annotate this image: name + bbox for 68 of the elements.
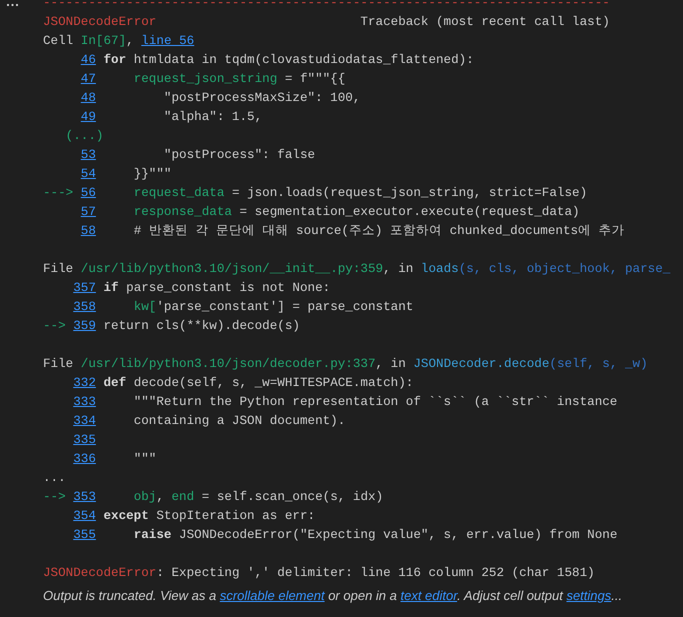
current-line-arrow: ---> [43, 186, 74, 200]
line-number-link[interactable]: 332 [73, 374, 96, 393]
code-line: """Return the Python representation of ``s`` (a ``str`` instance [134, 394, 618, 411]
traceback-text: , [126, 33, 135, 50]
traceback-text: loads [420, 261, 459, 278]
code-line: request_json_string = f"""{{ [134, 71, 346, 88]
line-number-link[interactable]: 56 [80, 184, 96, 203]
notice-link[interactable]: settings [566, 588, 612, 603]
line-number-link[interactable]: 54 [80, 165, 96, 184]
code-line: "postProcess": false [162, 147, 316, 164]
notice-link[interactable]: scrollable element [220, 588, 325, 603]
code-line: return cls(**kw).decode(s) [103, 318, 300, 335]
traceback-text: File [43, 261, 74, 278]
line-number-link[interactable]: 47 [80, 70, 96, 89]
line-number-link[interactable]: 57 [80, 203, 96, 222]
code-line: obj, end = self.scan_once(s, idx) [134, 489, 384, 506]
code-line: raise JSONDecodeError("Expecting value", s, err.value) from None [134, 527, 618, 544]
traceback-text: File [43, 356, 74, 373]
code-line: request_data = json.loads(request_json_string, strict=False) [134, 185, 588, 202]
code-line: }}""" [134, 166, 172, 183]
current-line-arrow: --> [43, 490, 66, 504]
line-number-link[interactable]: 49 [80, 108, 96, 127]
traceback-text: Cell [43, 33, 74, 50]
traceback-text: /usr/lib/python3.10/json/__init__.py:359 [80, 261, 384, 278]
code-line: "postProcessMaxSize": 100, [162, 90, 360, 107]
line-number-link[interactable]: 48 [80, 89, 96, 108]
line-number-link[interactable]: 335 [73, 431, 96, 450]
omitted-lines-marker: (...) [66, 128, 104, 145]
code-line: """ [134, 451, 156, 468]
code-line: kw['parse_constant'] = parse_constant [134, 299, 414, 316]
traceback-text: Traceback (most recent call last) [360, 14, 610, 31]
line-number-link[interactable]: 333 [73, 393, 96, 412]
line-number-link[interactable]: 355 [73, 526, 96, 545]
line-number-link[interactable]: 357 [73, 279, 96, 298]
traceback-text: JSONDecodeError [43, 565, 156, 582]
traceback-text: , in [383, 261, 414, 278]
traceback-text: In[67] [80, 33, 126, 50]
notice-link[interactable]: text editor [400, 588, 458, 603]
code-line: for htmldata in tqdm(clovastudiodatas_flattened): [103, 52, 474, 69]
line-link[interactable]: line 56 [141, 32, 194, 51]
traceback-text: : Expecting ',' delimiter: line 116 column 252 (char 1581) [156, 565, 595, 582]
traceback-text: JSONDecodeError [43, 14, 156, 31]
code-line: "alpha": 1.5, [162, 109, 262, 126]
traceback-text: (self, s, _w) [549, 356, 648, 373]
skipped-lines-marker: ... [43, 470, 66, 487]
current-line-arrow: --> [43, 319, 66, 333]
more-options-icon[interactable] [6, 3, 19, 7]
traceback-text: , in [376, 356, 407, 373]
separator-line: --------------------------------------------------------------------------- [43, 0, 610, 12]
line-number-link[interactable]: 354 [73, 507, 96, 526]
code-line: response_data = segmentation_executor.execute(request_data) [134, 204, 580, 221]
line-number-link[interactable]: 358 [73, 298, 96, 317]
line-number-link[interactable]: 334 [73, 412, 96, 431]
line-number-link[interactable]: 58 [80, 222, 96, 241]
traceback-text: JSONDecoder.decode [413, 356, 550, 373]
code-line: except StopIteration as err: [103, 508, 316, 525]
code-line: containing a JSON document). [134, 413, 346, 430]
line-number-link[interactable]: 46 [80, 51, 96, 70]
line-number-link[interactable]: 359 [73, 317, 96, 336]
line-number-link[interactable]: 353 [73, 488, 96, 507]
line-number-link[interactable]: 53 [80, 146, 96, 165]
code-line: if parse_constant is not None: [103, 280, 330, 297]
traceback-text: (s, cls, object_hook, parse_ [458, 261, 670, 278]
line-number-link[interactable]: 336 [73, 450, 96, 469]
code-line: def decode(self, s, _w=WHITESPACE.match): [103, 375, 414, 392]
traceback-text: /usr/lib/python3.10/json/decoder.py:337 [80, 356, 376, 373]
truncation-notice: Output is truncated. View as a scrollable element or open in a text editor. Adjust cell output settings... [43, 587, 624, 605]
code-line: # 반환된 각 문단에 대해 source(주소) 포함하여 chunked_documents에 추가 [134, 223, 625, 240]
